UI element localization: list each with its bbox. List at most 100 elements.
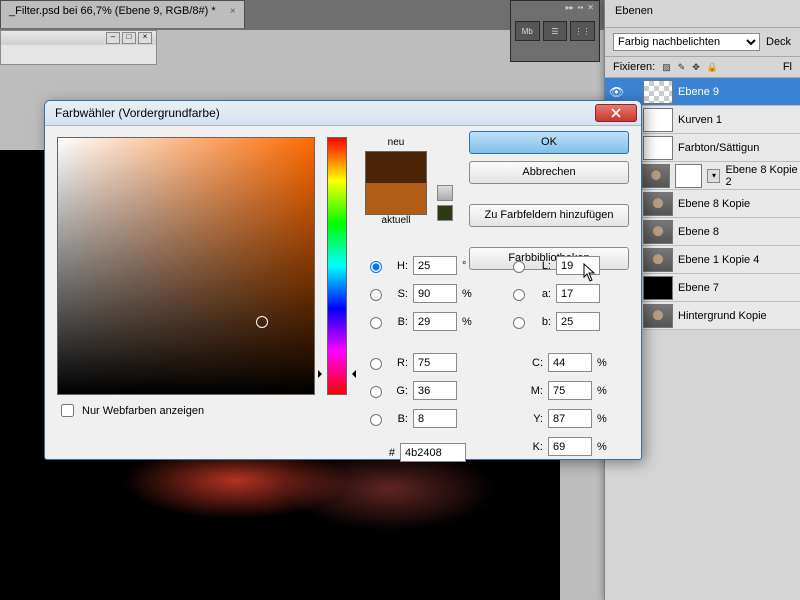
- layer-name: Kurven 1: [678, 114, 722, 126]
- layer-name: Farbton/Sättigun: [678, 142, 759, 154]
- document-title: _Filter.psd bei 66,7% (Ebene 9, RGB/8#) …: [9, 5, 216, 17]
- websafe-warning-icon[interactable]: [437, 205, 453, 221]
- color-swatch: [365, 151, 427, 215]
- label: S:: [390, 288, 408, 300]
- visibility-icon[interactable]: 👁: [609, 85, 623, 99]
- panel-icon[interactable]: Mb: [515, 21, 540, 41]
- field-a: a:: [508, 283, 619, 304]
- layer-thumb: [643, 304, 673, 328]
- field-G: G:: [365, 380, 476, 401]
- maximize-icon[interactable]: □: [122, 32, 136, 44]
- lock-all-icon[interactable]: 🔒: [707, 62, 718, 73]
- color-picker-dialog: Farbwähler (Vordergrundfarbe) Nur Webfar…: [44, 100, 642, 460]
- fill-label: Fl: [783, 61, 792, 73]
- input-M[interactable]: [548, 381, 592, 400]
- field-M: M:%: [508, 380, 619, 401]
- minimize-icon[interactable]: –: [106, 32, 120, 44]
- input-C[interactable]: [548, 353, 592, 372]
- gamut-warning-icon[interactable]: [437, 185, 453, 201]
- unit: %: [597, 413, 611, 425]
- layer-name: Hintergrund Kopie: [678, 310, 767, 322]
- color-field[interactable]: [57, 137, 315, 395]
- label: B:: [390, 413, 408, 425]
- web-colors-label: Nur Webfarben anzeigen: [82, 405, 204, 417]
- field-hex: #: [365, 442, 476, 463]
- radio-a[interactable]: [513, 289, 525, 301]
- field-C: C:%: [508, 352, 619, 373]
- expand-icon[interactable]: ▾: [707, 169, 720, 183]
- web-colors-checkbox[interactable]: [61, 404, 74, 417]
- lock-label: Fixieren:: [613, 61, 655, 73]
- field-L: L:: [508, 255, 619, 276]
- input-Bv[interactable]: [413, 409, 457, 428]
- label: G:: [390, 385, 408, 397]
- document-window-chrome: – □ ×: [0, 30, 157, 65]
- add-swatch-button[interactable]: Zu Farbfeldern hinzufügen: [469, 204, 629, 227]
- input-Bb[interactable]: [413, 312, 457, 331]
- label: B:: [390, 316, 408, 328]
- radio-H[interactable]: [370, 261, 382, 273]
- field-K: K:%: [508, 436, 619, 457]
- current-label: aktuell: [365, 215, 427, 229]
- document-tab[interactable]: _Filter.psd bei 66,7% (Ebene 9, RGB/8#) …: [0, 0, 245, 28]
- input-L[interactable]: [556, 256, 600, 275]
- input-Y[interactable]: [548, 409, 592, 428]
- input-K[interactable]: [548, 437, 592, 456]
- radio-b[interactable]: [513, 317, 525, 329]
- radio-G[interactable]: [370, 386, 382, 398]
- color-marker-icon: [256, 316, 268, 328]
- radio-R[interactable]: [370, 358, 382, 370]
- layers-tab[interactable]: Ebenen: [605, 0, 800, 28]
- dialog-titlebar[interactable]: Farbwähler (Vordergrundfarbe): [45, 101, 641, 126]
- lock-position-icon[interactable]: ✥: [692, 62, 700, 73]
- panel-icon[interactable]: ☰: [543, 21, 568, 41]
- radio-L[interactable]: [513, 261, 525, 273]
- hue-slider[interactable]: [327, 137, 347, 395]
- radio-Bb[interactable]: [370, 317, 382, 329]
- radio-Bv[interactable]: [370, 414, 382, 426]
- blend-mode-select[interactable]: Farbig nachbelichten: [613, 33, 760, 51]
- input-b[interactable]: [556, 312, 600, 331]
- layer-name: Ebene 8: [678, 226, 719, 238]
- unit: %: [462, 288, 476, 300]
- ok-button[interactable]: OK: [469, 131, 629, 154]
- dialog-title: Farbwähler (Vordergrundfarbe): [55, 106, 220, 120]
- input-G[interactable]: [413, 381, 457, 400]
- opacity-label: Deck: [760, 36, 792, 48]
- label: Y:: [525, 413, 543, 425]
- panel-icon[interactable]: ⋮⋮: [570, 21, 595, 41]
- layer-name: Ebene 1 Kopie 4: [678, 254, 759, 266]
- field-b: b:: [508, 311, 619, 332]
- layer-name: Ebene 7: [678, 282, 719, 294]
- layer-thumb: [643, 108, 673, 132]
- label: M:: [525, 385, 543, 397]
- close-dialog-button[interactable]: [595, 104, 637, 122]
- layer-thumb: [642, 164, 670, 188]
- close-icon[interactable]: ×: [138, 32, 152, 44]
- layer-name: Ebene 9: [678, 86, 719, 98]
- input-H[interactable]: [413, 256, 457, 275]
- lock-pixels-icon[interactable]: ✎: [678, 62, 686, 73]
- unit: %: [597, 441, 611, 453]
- label: R:: [390, 357, 408, 369]
- input-R[interactable]: [413, 353, 457, 372]
- layer-mask-thumb: [675, 164, 703, 188]
- input-a[interactable]: [556, 284, 600, 303]
- close-tab-icon[interactable]: ×: [230, 6, 236, 17]
- layer-name: Ebene 8 Kopie: [678, 198, 750, 210]
- label: b:: [533, 316, 551, 328]
- layer-thumb: [643, 276, 673, 300]
- input-S[interactable]: [413, 284, 457, 303]
- new-label: neu: [365, 137, 427, 151]
- field-Bv: B:: [365, 408, 476, 429]
- layer-thumb: [643, 248, 673, 272]
- layer-thumb: [643, 80, 673, 104]
- field-Bb: B:%: [365, 311, 476, 332]
- field-R: R:: [365, 352, 476, 373]
- layer-thumb: [643, 192, 673, 216]
- cancel-button[interactable]: Abbrechen: [469, 161, 629, 184]
- lock-transparent-icon[interactable]: ▨: [662, 62, 671, 73]
- input-hex[interactable]: [400, 443, 466, 462]
- radio-S[interactable]: [370, 289, 382, 301]
- field-H: H:°: [365, 255, 476, 276]
